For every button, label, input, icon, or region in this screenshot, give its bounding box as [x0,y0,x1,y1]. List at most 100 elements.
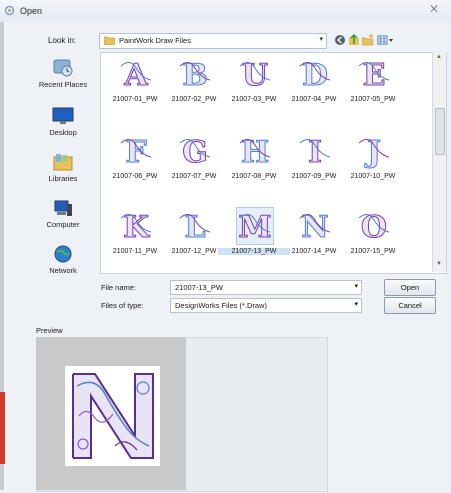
letter-design-icon: L [179,210,211,246]
close-button[interactable]: ⨉ [422,2,446,16]
file-thumbnail: O [355,207,393,246]
file-name-label: File name: [101,283,137,292]
chevron-down-icon: ▾ [319,36,323,43]
open-dialog-icon [4,5,15,16]
place-libraries[interactable]: Libraries [28,152,98,183]
letter-design-icon: J [358,135,390,171]
file-item[interactable]: U 21007-03_PW [224,55,284,115]
file-thumbnail: L [176,207,214,246]
svg-text:B: B [182,58,207,92]
svg-text:J: J [364,135,381,169]
svg-text:A: A [123,58,148,92]
file-thumbnail: F [117,132,155,171]
file-thumbnail: U [236,55,274,94]
file-item[interactable]: B 21007-02_PW [164,55,224,115]
view-menu-icon[interactable] [377,34,395,46]
file-thumbnail: G [176,132,214,171]
file-item[interactable]: H 21007-08_PW [224,132,284,192]
place-label: Recent Places [38,80,88,89]
file-item[interactable]: N 21007-14_PW [284,207,344,267]
file-thumbnail: M [236,207,274,246]
file-item[interactable]: O 21007-15_PW [343,207,403,267]
new-folder-icon[interactable] [362,34,374,46]
preview-image [65,366,160,466]
file-item[interactable]: M 21007-13_PW [218,207,290,267]
file-name-label: 21007-15_PW [350,248,396,255]
libraries-icon [53,154,73,171]
letter-design-icon: B [179,58,211,94]
edge-marker [0,392,5,464]
file-type-value: DesignWorks Files (*.Draw) [175,301,267,310]
file-thumbnail: K [117,207,155,246]
file-item[interactable]: I 21007-09_PW [284,132,344,192]
scroll-down-icon[interactable]: ▼ [436,261,442,267]
file-item[interactable]: J 21007-10_PW [343,132,403,192]
letter-design-icon: A [120,58,152,94]
file-type-label: Files of type: [101,301,144,310]
file-thumbnail: I [296,132,334,171]
title-bar: Open ⨉ [0,0,451,22]
file-item[interactable]: L 21007-12_PW [164,207,224,267]
file-item[interactable]: E 21007-05_PW [343,55,403,115]
file-type-select[interactable]: DesignWorks Files (*.Draw) ▾ [170,298,362,313]
scroll-thumb[interactable] [435,108,445,155]
computer-icon [54,200,72,216]
up-folder-icon[interactable] [348,34,360,46]
scroll-up-icon[interactable]: ▲ [436,54,442,60]
place-network[interactable]: Network [28,244,98,275]
folder-icon [104,36,115,45]
svg-text:E: E [363,58,386,92]
svg-text:G: G [182,135,208,169]
letter-design-icon: G [179,135,211,171]
file-item[interactable]: G 21007-07_PW [164,132,224,192]
file-thumbnail: D [296,55,334,94]
window-title: Open [20,6,43,16]
file-name-label: 21007-05_PW [350,96,396,103]
letter-design-icon: O [358,210,390,246]
svg-text:K: K [123,210,150,244]
letter-design-icon: I [299,135,331,171]
file-item[interactable]: F 21007-06_PW [105,132,165,192]
file-thumbnail: E [355,55,393,94]
file-name-input[interactable]: 21007-13_PW ▾ [170,280,362,295]
file-thumbnail: J [355,132,393,171]
letter-design-icon: U [239,58,271,94]
recent-places-icon [53,59,73,77]
place-recent-places[interactable]: Recent Places [28,58,98,89]
letter-design-icon: N [299,210,331,246]
place-label: Computer [46,220,80,229]
look-in-dropdown[interactable]: PaintWork Draw Files ▾ [99,33,327,49]
letter-design-icon: K [120,210,152,246]
place-desktop[interactable]: Desktop [28,106,98,137]
file-thumbnail: B [176,55,214,94]
back-icon[interactable] [334,34,346,46]
places-bar: Recent Places Desktop Libraries Computer… [28,52,98,302]
place-label: Network [49,266,77,275]
chevron-down-icon: ▾ [354,301,358,308]
file-thumbnail: N [296,207,334,246]
place-label: Libraries [48,174,78,183]
svg-text:L: L [184,210,205,244]
file-name-label: 21007-10_PW [350,173,396,180]
cancel-button[interactable]: Cancel [384,297,436,314]
look-in-label: Look in: [48,36,77,45]
letter-design-icon: E [358,58,390,94]
letter-design-icon: F [120,135,152,171]
letter-design-icon: H [239,135,271,171]
file-name-value: 21007-13_PW [175,283,223,292]
open-button[interactable]: Open [384,279,436,296]
chevron-down-icon[interactable]: ▾ [354,282,358,290]
letter-design-icon: M [238,210,272,246]
svg-text:F: F [125,135,146,169]
letter-design-icon: D [299,58,331,94]
look-in-value: PaintWork Draw Files [119,36,191,45]
file-thumbnail: A [117,55,155,94]
place-computer[interactable]: Computer [28,198,98,229]
file-thumbnail: H [236,132,274,171]
preview-label: Preview [36,326,63,335]
vertical-scrollbar[interactable]: ▲ ▼ [432,52,446,272]
file-item[interactable]: K 21007-11_PW [105,207,165,267]
file-item[interactable]: D 21007-04_PW [284,55,344,115]
file-item[interactable]: A 21007-01_PW [105,55,165,115]
place-label: Desktop [49,128,77,137]
